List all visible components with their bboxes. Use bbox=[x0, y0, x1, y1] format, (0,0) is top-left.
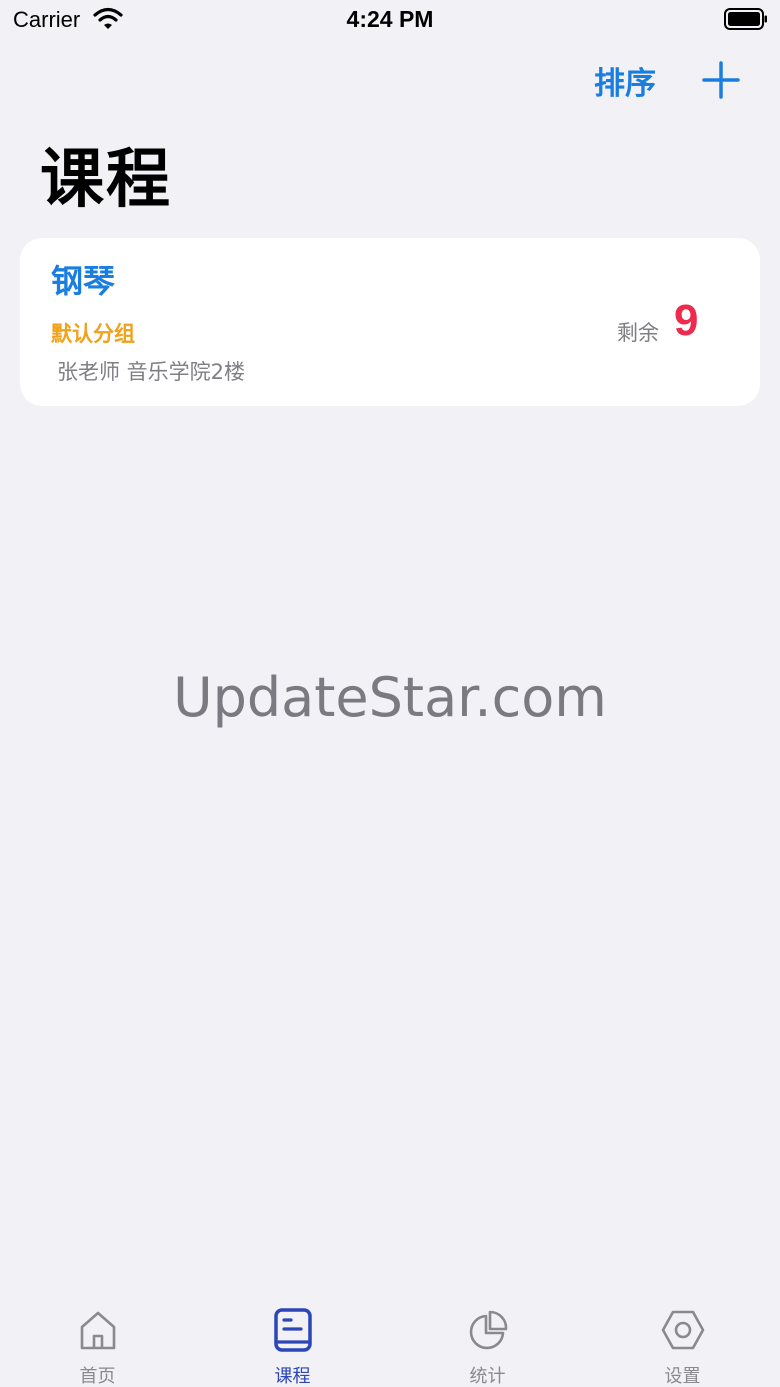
screen: Carrier 4:24 PM 排序 课程 钢琴 默认分组 张老师 音乐学院2楼… bbox=[0, 0, 780, 1387]
battery-icon bbox=[724, 8, 767, 30]
course-teacher-location: 张老师 音乐学院2楼 bbox=[57, 360, 246, 384]
pie-chart-icon bbox=[469, 1310, 508, 1350]
tab-stats[interactable]: 统计 bbox=[390, 1292, 585, 1387]
tab-label-courses: 课程 bbox=[274, 1366, 311, 1387]
sort-button[interactable]: 排序 bbox=[594, 58, 656, 103]
course-name: 钢琴 bbox=[51, 262, 116, 300]
gear-icon bbox=[661, 1310, 705, 1350]
status-bar: Carrier 4:24 PM bbox=[0, 0, 780, 40]
tab-label-home: 首页 bbox=[79, 1366, 116, 1387]
tab-bar: 首页 课程 统计 设置 bbox=[0, 1292, 780, 1387]
tab-label-stats: 统计 bbox=[469, 1366, 506, 1387]
remaining-label: 剩余 bbox=[617, 321, 659, 345]
home-icon bbox=[80, 1311, 116, 1350]
course-card[interactable]: 钢琴 默认分组 张老师 音乐学院2楼 剩余 9 bbox=[20, 238, 760, 406]
tab-courses[interactable]: 课程 bbox=[195, 1292, 390, 1387]
remaining-count: 9 bbox=[674, 296, 699, 345]
tab-settings[interactable]: 设置 bbox=[585, 1292, 780, 1387]
clock: 4:24 PM bbox=[346, 6, 434, 32]
tab-home[interactable]: 首页 bbox=[0, 1292, 195, 1387]
tab-label-settings: 设置 bbox=[664, 1366, 701, 1387]
watermark: UpdateStar.com bbox=[173, 666, 607, 729]
page-title: 课程 bbox=[40, 143, 172, 217]
course-group: 默认分组 bbox=[51, 322, 135, 346]
book-icon bbox=[274, 1308, 312, 1352]
plus-icon[interactable] bbox=[702, 61, 740, 99]
